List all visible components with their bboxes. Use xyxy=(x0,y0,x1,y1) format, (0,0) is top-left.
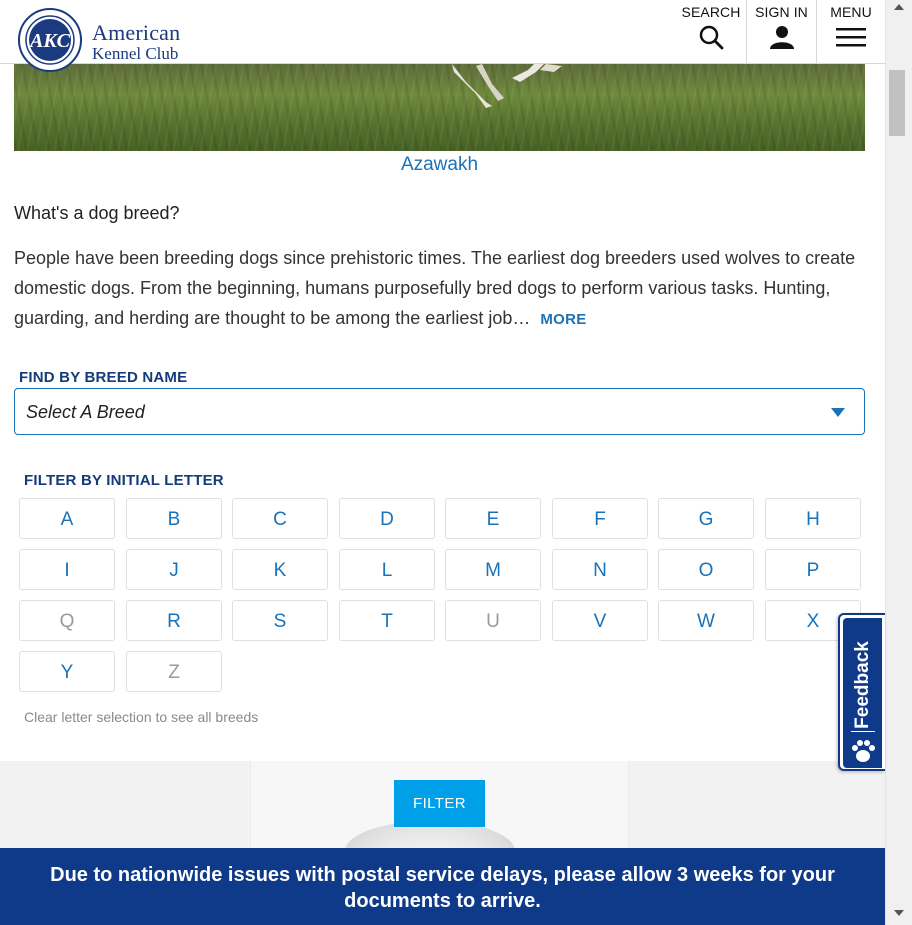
search-icon xyxy=(699,25,724,50)
menu-label: MENU xyxy=(830,4,872,20)
feedback-tab-body: Feedback xyxy=(843,618,882,768)
more-link[interactable]: MORE xyxy=(540,311,586,328)
letter-button-t[interactable]: T xyxy=(339,600,435,641)
feedback-tab[interactable]: Feedback xyxy=(838,613,885,771)
feedback-label: Feedback xyxy=(852,641,873,729)
akc-logo[interactable]: AKC xyxy=(18,8,82,72)
scroll-down-arrow-icon[interactable] xyxy=(894,910,904,916)
letter-button-m[interactable]: M xyxy=(445,549,541,590)
scrollbar-thumb[interactable] xyxy=(889,70,905,136)
letter-button-b[interactable]: B xyxy=(126,498,222,539)
menu-button[interactable]: MENU xyxy=(816,0,885,64)
sign-in-label: SIGN IN xyxy=(755,4,808,20)
logo-wordmark[interactable]: American Kennel Club xyxy=(92,20,181,63)
letter-button-e[interactable]: E xyxy=(445,498,541,539)
page-scrollbar[interactable] xyxy=(885,0,912,925)
svg-text:AKC: AKC xyxy=(28,30,71,52)
letter-button-a[interactable]: A xyxy=(19,498,115,539)
search-label: SEARCH xyxy=(681,4,741,20)
user-icon xyxy=(769,26,794,49)
hero-caption-link[interactable]: Azawakh xyxy=(0,154,879,176)
logo-line-1: American xyxy=(92,20,181,45)
letter-button-v[interactable]: V xyxy=(552,600,648,641)
letter-button-k[interactable]: K xyxy=(232,549,328,590)
letter-button-s[interactable]: S xyxy=(232,600,328,641)
feedback-divider xyxy=(851,731,875,732)
letter-button-i[interactable]: I xyxy=(19,549,115,590)
paw-icon xyxy=(852,740,875,762)
letter-button-g[interactable]: G xyxy=(658,498,754,539)
letter-button-l[interactable]: L xyxy=(339,549,435,590)
letter-button-n[interactable]: N xyxy=(552,549,648,590)
section-question: What's a dog breed? xyxy=(14,203,180,223)
breed-hero-image xyxy=(14,64,865,151)
scroll-up-arrow-icon[interactable] xyxy=(894,4,904,10)
letter-button-f[interactable]: F xyxy=(552,498,648,539)
clear-letter-selection-link[interactable]: Clear letter selection to see all breeds xyxy=(24,709,258,725)
letter-button-p[interactable]: P xyxy=(765,549,861,590)
search-button[interactable]: SEARCH xyxy=(676,0,746,64)
letter-button-y[interactable]: Y xyxy=(19,651,115,692)
letter-button-d[interactable]: D xyxy=(339,498,435,539)
hamburger-icon xyxy=(836,28,866,47)
postal-delay-banner: Due to nationwide issues with postal ser… xyxy=(0,848,885,925)
find-by-breed-label: FIND BY BREED NAME xyxy=(19,369,188,386)
intro-paragraph: People have been breeding dogs since pre… xyxy=(14,243,874,335)
chevron-down-icon xyxy=(831,408,845,417)
logo-line-2: Kennel Club xyxy=(92,44,179,63)
letter-button-z[interactable]: Z xyxy=(126,651,222,692)
dog-legs-image xyxy=(452,64,562,108)
sign-in-button[interactable]: SIGN IN xyxy=(746,0,816,64)
filter-by-letter-label: FILTER BY INITIAL LETTER xyxy=(24,472,224,489)
letter-button-o[interactable]: O xyxy=(658,549,754,590)
breed-select-value: Select A Breed xyxy=(26,402,145,422)
letter-button-q[interactable]: Q xyxy=(19,600,115,641)
letter-button-j[interactable]: J xyxy=(126,549,222,590)
filter-button[interactable]: FILTER xyxy=(394,780,485,827)
letter-button-c[interactable]: C xyxy=(232,498,328,539)
letter-button-r[interactable]: R xyxy=(126,600,222,641)
site-header: AKC American Kennel Club SEARCH SIGN IN … xyxy=(0,0,885,72)
intro-text: People have been breeding dogs since pre… xyxy=(14,248,856,328)
letter-button-h[interactable]: H xyxy=(765,498,861,539)
letter-button-u[interactable]: U xyxy=(445,600,541,641)
letter-button-w[interactable]: W xyxy=(658,600,754,641)
breed-select[interactable]: Select A Breed xyxy=(14,388,865,435)
